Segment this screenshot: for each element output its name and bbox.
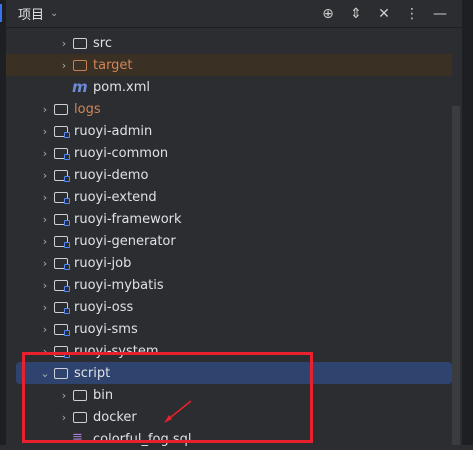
annotation-arrow bbox=[164, 400, 192, 423]
